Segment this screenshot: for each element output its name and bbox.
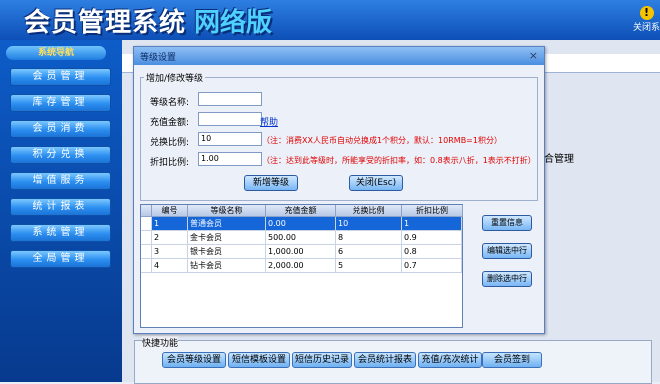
sidebar: 系统导航 会员管理 库存管理 会员消费 积分兑换 增值服务 统计报表 系统管理 … (0, 40, 122, 382)
quick-sms-template-button[interactable]: 短信模板设置 (228, 352, 290, 368)
discount-ratio-note: （注：达到此等级时，所能享受的折扣率，如：0.8表示八折，1表示不打折） (262, 156, 536, 165)
table-row[interactable]: 4 钻卡会员 2,000.00 5 0.7 (141, 259, 462, 273)
exchange-ratio-note: （注：消费XX人民币自动兑换成1个积分，默认：10RMB=1积分） (262, 136, 502, 145)
reset-info-button[interactable]: 重置信息 (482, 215, 532, 231)
close-system-label: 关闭系 (633, 23, 660, 33)
cell-name: 钻卡会员 (188, 259, 266, 273)
cell-id: 3 (152, 245, 188, 259)
table-header-id: 编号 (152, 205, 188, 217)
warning-icon: ! (639, 6, 654, 20)
cell-id: 4 (152, 259, 188, 273)
recharge-amount-input[interactable] (198, 112, 262, 126)
cell-ratio: 5 (336, 259, 402, 273)
table-header-discount: 折扣比例 (402, 205, 463, 217)
add-level-button[interactable]: 新增等级 (244, 175, 298, 191)
quick-sms-history-button[interactable]: 短信历史记录 (292, 352, 352, 368)
row-indicator (141, 245, 152, 259)
table-row[interactable]: 3 银卡会员 1,000.00 6 0.8 (141, 245, 462, 259)
cell-name: 金卡会员 (188, 231, 266, 245)
discount-ratio-label: 折扣比例: (150, 158, 190, 168)
quick-function-label: 快捷功能 (142, 336, 179, 349)
dialog-title: 等级设置 (140, 53, 177, 63)
cell-discount: 1 (402, 217, 462, 231)
table-header-ratio: 兑换比例 (336, 205, 402, 217)
cell-recharge: 1,000.00 (266, 245, 336, 259)
sidebar-item-system[interactable]: 系统管理 (10, 224, 111, 242)
cell-name: 普通会员 (188, 217, 266, 231)
level-name-input[interactable] (198, 92, 262, 106)
cell-ratio: 8 (336, 231, 402, 245)
table-row[interactable]: 1 普通会员 0.00 10 1 (141, 217, 462, 231)
quick-member-checkin-button[interactable]: 会员签到 (482, 352, 542, 368)
table-header-indicator (141, 205, 152, 217)
close-dialog-button[interactable]: 关闭(Esc) (349, 175, 403, 191)
table-header-name: 等级名称 (188, 205, 266, 217)
help-link[interactable]: 帮助 (260, 115, 278, 128)
cell-id: 2 (152, 231, 188, 245)
close-system-button[interactable]: ! 关闭系 (633, 2, 660, 40)
delete-selected-row-button[interactable]: 删除选中行 (482, 271, 532, 287)
sidebar-title: 系统导航 (6, 46, 106, 60)
cell-discount: 0.9 (402, 231, 462, 245)
app-header: 会员管理系统 网络版 ! 关闭系 (0, 0, 660, 40)
row-indicator (141, 259, 152, 273)
level-settings-dialog: 等级设置 × 增加/修改等级 等级名称: 充值金额: 帮助 兑换比例: 10 （… (133, 46, 545, 334)
recharge-amount-label: 充值金额: (150, 118, 190, 128)
cell-ratio: 6 (336, 245, 402, 259)
cell-name: 银卡会员 (188, 245, 266, 259)
sidebar-item-global[interactable]: 全局管理 (10, 250, 111, 268)
close-icon[interactable]: × (529, 49, 538, 62)
cell-discount: 0.8 (402, 245, 462, 259)
discount-ratio-input[interactable]: 1.00 (198, 152, 262, 166)
quick-recharge-stats-button[interactable]: 充值/充次统计 (418, 352, 482, 368)
sidebar-item-points[interactable]: 积分兑换 (10, 146, 111, 164)
app-version: 网络版 (194, 8, 273, 38)
quick-member-level-button[interactable]: 会员等级设置 (162, 352, 226, 368)
edit-selected-row-button[interactable]: 编辑选中行 (482, 243, 532, 259)
exchange-ratio-label: 兑换比例: (150, 138, 190, 148)
dialog-titlebar[interactable]: 等级设置 × (134, 47, 544, 65)
level-table: 编号 等级名称 充值金额 兑换比例 折扣比例 1 普通会员 0.00 10 1 … (140, 204, 463, 328)
level-form-legend: 增加/修改等级 (144, 71, 206, 84)
cell-discount: 0.7 (402, 259, 462, 273)
level-name-label: 等级名称: (150, 98, 190, 108)
sidebar-item-inventory[interactable]: 库存管理 (10, 94, 111, 112)
cell-ratio: 10 (336, 217, 402, 231)
sidebar-item-consumption[interactable]: 会员消费 (10, 120, 111, 138)
row-indicator (141, 231, 152, 245)
cell-recharge: 0.00 (266, 217, 336, 231)
table-row[interactable]: 2 金卡会员 500.00 8 0.9 (141, 231, 462, 245)
app-title: 会员管理系统 (24, 8, 187, 38)
cell-id: 1 (152, 217, 188, 231)
sidebar-item-reports[interactable]: 统计报表 (10, 198, 111, 216)
row-indicator (141, 217, 152, 231)
cell-recharge: 2,000.00 (266, 259, 336, 273)
quick-member-report-button[interactable]: 会员统计报表 (354, 352, 416, 368)
sidebar-item-member[interactable]: 会员管理 (10, 68, 111, 86)
exchange-ratio-input[interactable]: 10 (198, 132, 262, 146)
sidebar-item-value-added[interactable]: 增值服务 (10, 172, 111, 190)
cell-recharge: 500.00 (266, 231, 336, 245)
table-header-recharge: 充值金额 (266, 205, 336, 217)
